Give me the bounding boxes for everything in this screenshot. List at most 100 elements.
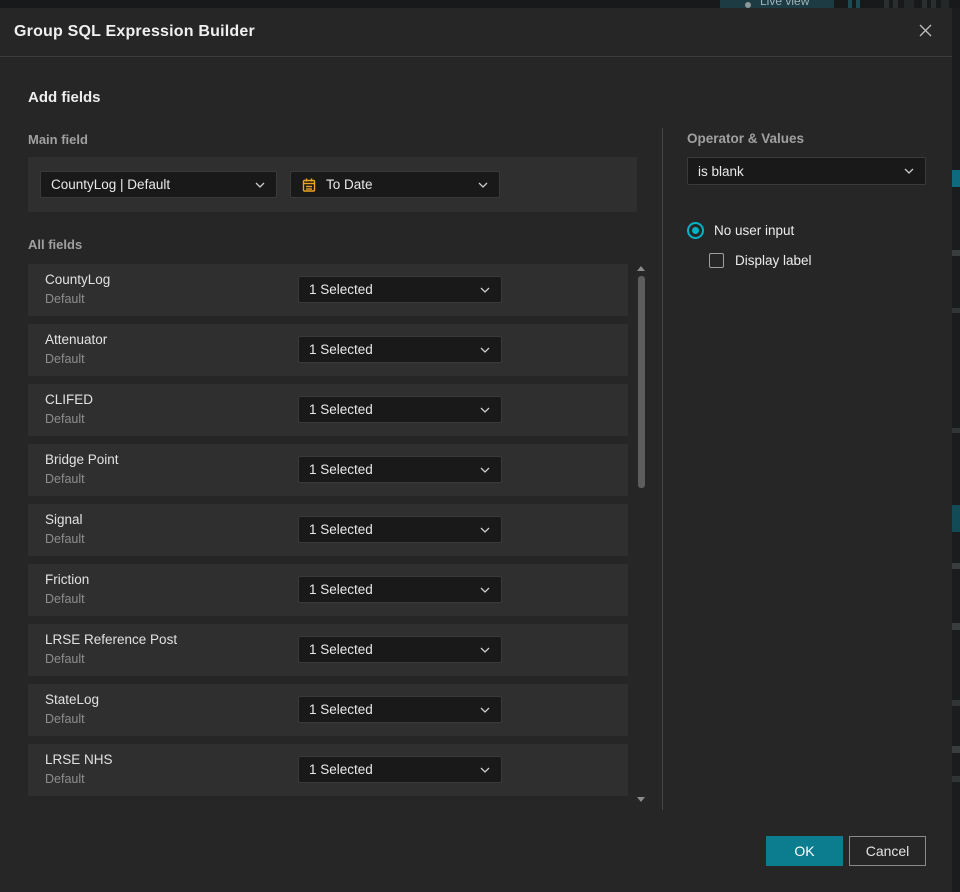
field-type-dropdown-value: To Date [326,177,373,192]
close-icon [917,22,934,42]
all-fields-label: All fields [28,237,83,252]
field-alias: Default [45,292,85,306]
cancel-button[interactable]: Cancel [849,836,926,866]
field-name: LRSE Reference Post [45,632,178,647]
field-row: Friction Default 1 Selected [28,564,628,616]
field-alias: Default [45,532,85,546]
field-values-dropdown-value: 1 Selected [309,282,373,297]
field-values-dropdown[interactable]: 1 Selected [298,396,502,423]
dialog-titlebar: Group SQL Expression Builder [0,8,952,57]
chevron-down-icon [254,181,266,189]
field-name: Attenuator [45,332,108,347]
field-values-dropdown[interactable]: 1 Selected [298,756,502,783]
field-row: CLIFED Default 1 Selected [28,384,628,436]
field-name: CLIFED [45,392,94,407]
close-button[interactable] [913,18,938,46]
field-name: Signal [45,512,83,527]
scroll-down-icon[interactable] [637,797,645,802]
all-fields-list: CountyLog Default 1 Selected Attenuator … [28,264,628,804]
background-fragment [952,746,960,753]
background-icon-fragment [941,0,949,8]
field-alias: Default [45,592,85,606]
background-fragment [952,776,960,782]
chevron-down-icon [479,706,491,714]
field-row: Attenuator Default 1 Selected [28,324,628,376]
chevron-down-icon [903,167,915,175]
background-fragment [952,505,960,532]
field-name: CountyLog [45,272,111,287]
chevron-down-icon [479,646,491,654]
chevron-down-icon [477,181,489,189]
background-fragment [952,563,960,569]
background-icon-fragment [922,0,927,8]
field-row: LRSE Reference Post Default 1 Selected [28,624,628,676]
chevron-down-icon [479,286,491,294]
field-name: LRSE NHS [45,752,113,767]
no-user-input-radio[interactable]: No user input [687,222,794,239]
chevron-down-icon [479,766,491,774]
background-icon-fragment [848,0,852,8]
panel-divider [662,128,663,810]
background-icon-fragment [893,0,898,8]
field-values-dropdown[interactable]: 1 Selected [298,576,502,603]
field-name: Bridge Point [45,452,119,467]
no-user-input-label: No user input [714,223,795,238]
field-type-dropdown[interactable]: To Date [290,171,500,198]
live-view-label: Live view [760,0,810,8]
field-alias: Default [45,712,85,726]
operator-dropdown[interactable]: is blank [687,157,926,185]
background-fragment [952,623,960,630]
field-values-dropdown-value: 1 Selected [309,642,373,657]
field-row: LRSE NHS Default 1 Selected [28,744,628,796]
background-fragment [952,428,960,433]
background-fragment [952,170,960,187]
background-app-top-strip: Live view [0,0,960,8]
dialog-title: Group SQL Expression Builder [14,23,255,40]
background-fragment [952,250,960,256]
field-alias: Default [45,412,85,426]
chevron-down-icon [479,406,491,414]
background-app-right-strip [952,8,960,892]
field-name: Friction [45,572,90,587]
field-values-dropdown[interactable]: 1 Selected [298,456,502,483]
field-values-dropdown-value: 1 Selected [309,582,373,597]
field-row: CountyLog Default 1 Selected [28,264,628,316]
field-row: Signal Default 1 Selected [28,504,628,556]
background-fragment [952,700,960,706]
fields-list-scrollbar[interactable] [636,264,647,804]
chevron-down-icon [479,466,491,474]
field-row: Bridge Point Default 1 Selected [28,444,628,496]
field-values-dropdown[interactable]: 1 Selected [298,336,502,363]
background-icon-fragment [904,0,914,8]
add-fields-heading: Add fields [28,89,101,106]
field-values-dropdown[interactable]: 1 Selected [298,636,502,663]
radio-selected-icon [687,222,704,239]
display-label-text: Display label [735,253,812,268]
ok-button[interactable]: OK [766,836,843,866]
field-values-dropdown[interactable]: 1 Selected [298,696,502,723]
field-alias: Default [45,472,85,486]
scrollbar-thumb[interactable] [638,276,645,488]
field-values-dropdown-value: 1 Selected [309,522,373,537]
live-view-toggle: Live view [720,0,834,8]
field-values-dropdown[interactable]: 1 Selected [298,516,502,543]
calendar-icon [301,177,317,193]
chevron-down-icon [479,586,491,594]
field-alias: Default [45,772,85,786]
field-name: StateLog [45,692,100,707]
field-values-dropdown-value: 1 Selected [309,462,373,477]
display-label-checkbox[interactable]: Display label [709,253,812,268]
field-row: StateLog Default 1 Selected [28,684,628,736]
main-field-label: Main field [28,132,88,147]
main-field-panel: CountyLog | Default To Date [28,157,637,212]
field-values-dropdown[interactable]: 1 Selected [298,276,502,303]
main-field-dropdown[interactable]: CountyLog | Default [40,171,277,198]
field-alias: Default [45,352,85,366]
operator-values-heading: Operator & Values [687,131,805,146]
operator-dropdown-value: is blank [698,163,744,179]
chevron-down-icon [479,346,491,354]
main-field-dropdown-value: CountyLog | Default [51,177,171,192]
group-sql-expression-builder-dialog: Group SQL Expression Builder Add fields … [0,8,952,892]
field-values-dropdown-value: 1 Selected [309,762,373,777]
scroll-up-icon[interactable] [637,266,645,271]
